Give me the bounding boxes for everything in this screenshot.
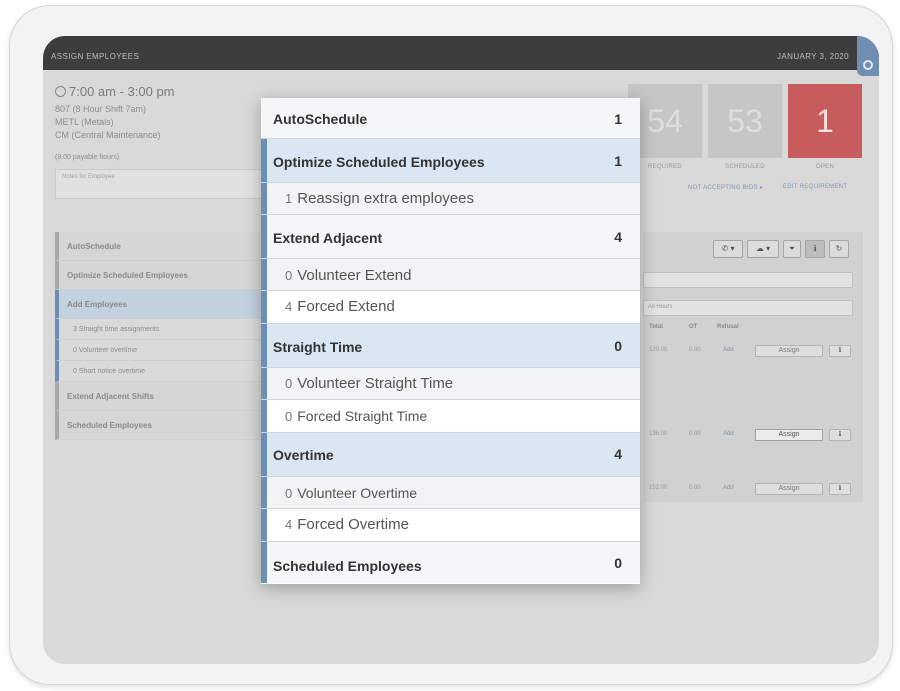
assign-button[interactable]: Assign bbox=[755, 483, 823, 495]
shift-time: 7:00 am - 3:00 pm bbox=[55, 84, 175, 99]
column-header: OT bbox=[689, 324, 698, 330]
menu-forced-straight[interactable]: 0 Forced Straight Time bbox=[261, 400, 640, 433]
shift-detail: METL (Metals) bbox=[55, 117, 114, 127]
app-header: ASSIGN EMPLOYEES JANUARY 3, 2020 bbox=[43, 36, 879, 70]
row-ot: 0.00 bbox=[689, 431, 701, 437]
cloud-filter-button[interactable]: ☁ ▾ bbox=[747, 240, 779, 258]
menu-optimize[interactable]: Optimize Scheduled Employees 1 bbox=[261, 139, 640, 183]
menu-volunteer-extend[interactable]: 0 Volunteer Extend bbox=[261, 259, 640, 291]
add-refusal-link[interactable]: Add bbox=[723, 485, 734, 491]
menu-reassign-extra[interactable]: 1 Reassign extra employees bbox=[261, 183, 640, 215]
phone-filter-button[interactable]: ✆ ▾ bbox=[713, 240, 743, 258]
shift-detail: CM (Central Maintenance) bbox=[55, 130, 161, 140]
menu-forced-overtime[interactable]: 4 Forced Overtime bbox=[261, 509, 640, 542]
assign-button[interactable]: Assign bbox=[755, 345, 823, 357]
notes-input[interactable]: Notes for Employee bbox=[55, 169, 275, 199]
add-refusal-link[interactable]: Add bbox=[723, 431, 734, 437]
column-header: Refusal bbox=[717, 324, 739, 330]
step-scheduled-employees[interactable]: Scheduled Employees bbox=[55, 411, 267, 440]
employee-panel: ✆ ▾ ☁ ▾ ⏷ ℹ ↻ All Hours Total OT Refusal… bbox=[643, 232, 863, 502]
menu-extend-adjacent[interactable]: Extend Adjacent 4 bbox=[261, 215, 640, 259]
info-icon[interactable]: ℹ bbox=[829, 429, 851, 441]
hours-select[interactable]: All Hours bbox=[643, 300, 853, 316]
not-accepting-link[interactable]: NOT ACCEPTING BIDS ▸ bbox=[688, 184, 763, 191]
count-badge: 4 bbox=[614, 229, 622, 245]
step-extend-adjacent[interactable]: Extend Adjacent Shifts bbox=[55, 382, 267, 411]
payable-hours: (8.00 payable hours) bbox=[55, 154, 120, 161]
step-autoschedule[interactable]: AutoSchedule bbox=[55, 232, 267, 261]
add-refusal-link[interactable]: Add bbox=[723, 347, 734, 353]
step-substep[interactable]: 0 Volunteer overtime bbox=[55, 340, 267, 361]
page-title: ASSIGN EMPLOYEES bbox=[51, 52, 140, 61]
stat-label: SCHEDULED bbox=[725, 164, 765, 170]
refresh-icon[interactable]: ↻ bbox=[829, 240, 849, 258]
clock-icon bbox=[55, 86, 66, 97]
row-total: 136.00 bbox=[649, 431, 668, 437]
info-icon[interactable]: ℹ bbox=[829, 483, 851, 495]
menu-volunteer-straight[interactable]: 0 Volunteer Straight Time bbox=[261, 368, 640, 400]
count-badge: 4 bbox=[614, 446, 622, 462]
menu-overtime[interactable]: Overtime 4 bbox=[261, 433, 640, 477]
count-badge: 1 bbox=[614, 111, 622, 127]
row-ot: 0.00 bbox=[689, 485, 701, 491]
menu-forced-extend[interactable]: 4 Forced Extend bbox=[261, 291, 640, 324]
row-total: 152.00 bbox=[649, 485, 668, 491]
menu-volunteer-overtime[interactable]: 0 Volunteer Overtime bbox=[261, 477, 640, 509]
count-badge: 1 bbox=[614, 153, 622, 169]
search-input[interactable] bbox=[643, 272, 853, 288]
step-substep[interactable]: 3 Straight time assignments bbox=[55, 319, 267, 340]
edit-requirement-link[interactable]: EDIT REQUIREMENT bbox=[783, 184, 847, 190]
filter-icon[interactable]: ⏷ bbox=[783, 240, 801, 258]
shift-detail: 807 (8 Hour Shift 7am) bbox=[55, 104, 147, 114]
step-add-employees[interactable]: Add Employees bbox=[55, 290, 267, 319]
step-substep[interactable]: 0 Short notice overtime bbox=[55, 361, 267, 382]
menu-straight-time[interactable]: Straight Time 0 bbox=[261, 324, 640, 368]
gear-icon bbox=[863, 60, 873, 70]
menu-autoschedule[interactable]: AutoSchedule 1 bbox=[261, 98, 640, 139]
row-ot: 0.00 bbox=[689, 347, 701, 353]
step-list: AutoSchedule Optimize Scheduled Employee… bbox=[55, 232, 267, 440]
column-header: Total bbox=[649, 324, 663, 330]
count-badge: 0 bbox=[614, 555, 622, 571]
stat-open: 1 bbox=[788, 84, 862, 158]
menu-scheduled-employees[interactable]: Scheduled Employees 0 bbox=[261, 542, 640, 583]
stat-scheduled: 53 bbox=[708, 84, 782, 158]
assign-button[interactable]: Assign bbox=[755, 429, 823, 441]
stat-label: OPEN bbox=[815, 164, 835, 170]
row-total: 120.00 bbox=[649, 347, 668, 353]
step-optimize[interactable]: Optimize Scheduled Employees bbox=[55, 261, 267, 290]
autoschedule-menu: AutoSchedule 1 Optimize Scheduled Employ… bbox=[261, 98, 640, 584]
info-icon[interactable]: ℹ bbox=[829, 345, 851, 357]
info-toggle-icon[interactable]: ℹ bbox=[805, 240, 825, 258]
header-date: JANUARY 3, 2020 bbox=[777, 52, 849, 61]
count-badge: 0 bbox=[614, 338, 622, 354]
settings-tab[interactable] bbox=[857, 36, 879, 76]
